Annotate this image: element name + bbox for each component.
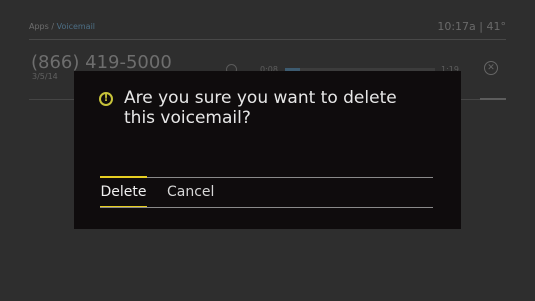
clock-time: 10:17a (437, 20, 476, 33)
cancel-button-label: Cancel (167, 184, 215, 200)
close-icon[interactable]: ✕ (484, 61, 498, 75)
header-divider (29, 39, 506, 40)
header: Apps / Voicemail 10:17a | 41° (29, 20, 506, 38)
actions-divider-bottom (100, 207, 433, 208)
actions-divider-top (100, 177, 433, 178)
caller-phone-number: (866) 419-5000 (31, 52, 172, 73)
delete-button-label: Delete (100, 184, 147, 200)
voicemail-date: 3/5/14 (32, 72, 58, 81)
breadcrumb-root[interactable]: Apps (29, 22, 49, 31)
status-bar: 10:17a | 41° (437, 20, 506, 33)
dialog-message: Are you sure you want to delete this voi… (124, 88, 397, 128)
delete-confirm-dialog: ! Are you sure you want to delete this v… (74, 71, 461, 229)
cancel-button[interactable]: Cancel (167, 178, 217, 207)
voicemail-screen: Apps / Voicemail 10:17a | 41° (866) 419-… (0, 0, 535, 301)
breadcrumb-separator: / (51, 22, 55, 31)
row-divider-accent (480, 98, 506, 100)
breadcrumb-current: Voicemail (56, 22, 96, 31)
temperature: 41° (486, 20, 507, 33)
warning-icon: ! (99, 92, 113, 106)
delete-button[interactable]: Delete (100, 176, 147, 208)
focus-indicator-top (100, 176, 147, 178)
breadcrumb: Apps / Voicemail (29, 22, 95, 31)
status-separator: | (479, 20, 483, 33)
